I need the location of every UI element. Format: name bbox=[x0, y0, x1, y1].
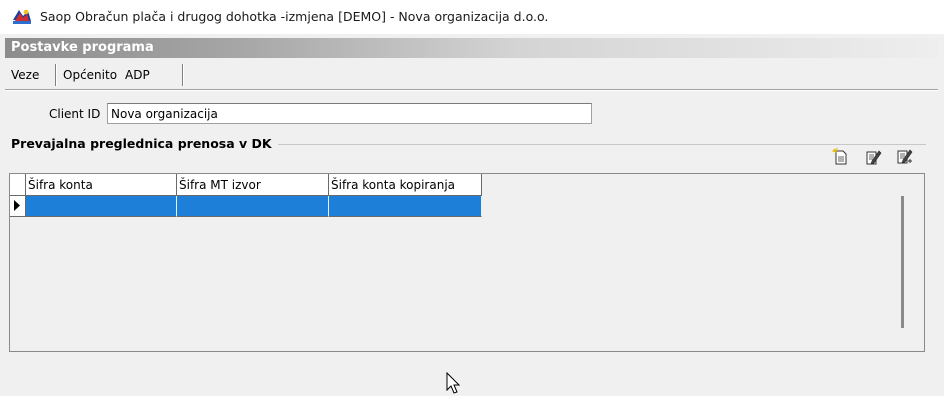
group-title: Prevajalna preglednica prenosa v DK bbox=[11, 136, 278, 151]
tab-label: Veze bbox=[11, 68, 40, 82]
tab-opcenito[interactable]: Općenito bbox=[59, 64, 121, 86]
table-cell[interactable] bbox=[26, 196, 177, 217]
panel-title: Postavke programa bbox=[11, 40, 154, 55]
edit-all-button[interactable] bbox=[896, 148, 914, 166]
client-id-label: Client ID bbox=[49, 107, 101, 121]
edit-record-icon bbox=[866, 150, 882, 165]
tab-label: Općenito bbox=[63, 68, 118, 82]
column-header-sifra-mt-izvor[interactable]: Šifra MT izvor bbox=[177, 174, 329, 196]
tab-label: ADP bbox=[125, 68, 150, 82]
tab-baseline bbox=[5, 89, 938, 91]
edit-record-button[interactable] bbox=[864, 148, 882, 166]
tab-veze[interactable]: Veze bbox=[7, 64, 43, 86]
translation-grid[interactable]: Šifra konta Šifra MT izvor Šifra konta k… bbox=[9, 173, 925, 352]
vertical-scrollbar[interactable] bbox=[901, 196, 904, 328]
new-record-button[interactable] bbox=[832, 148, 850, 166]
table-row[interactable] bbox=[10, 196, 482, 217]
title-bar: Saop Obračun plača i drugog dohotka -izm… bbox=[0, 0, 944, 34]
new-record-icon bbox=[832, 148, 847, 165]
table-cell[interactable] bbox=[329, 196, 482, 217]
panel-header: Postavke programa bbox=[5, 38, 938, 58]
mouse-pointer-icon bbox=[446, 372, 461, 394]
app-icon bbox=[13, 9, 31, 24]
tab-separator bbox=[55, 64, 57, 86]
current-row-arrow-icon bbox=[14, 200, 20, 211]
column-header-sifra-konta[interactable]: Šifra konta bbox=[26, 174, 177, 196]
client-id-input[interactable] bbox=[107, 103, 592, 124]
row-indicator bbox=[10, 196, 26, 217]
grid-header: Šifra konta Šifra MT izvor Šifra konta k… bbox=[10, 174, 482, 196]
column-header-sifra-konta-kopiranja[interactable]: Šifra konta kopiranja bbox=[329, 174, 482, 196]
window-title: Saop Obračun plača i drugog dohotka -izm… bbox=[40, 9, 549, 24]
tab-separator bbox=[182, 64, 184, 86]
table-cell[interactable] bbox=[177, 196, 329, 217]
indicator-header bbox=[10, 174, 26, 196]
edit-all-icon bbox=[897, 149, 913, 164]
tab-bar: Veze Općenito ADP bbox=[5, 60, 938, 90]
tab-adp[interactable]: ADP bbox=[121, 64, 154, 86]
